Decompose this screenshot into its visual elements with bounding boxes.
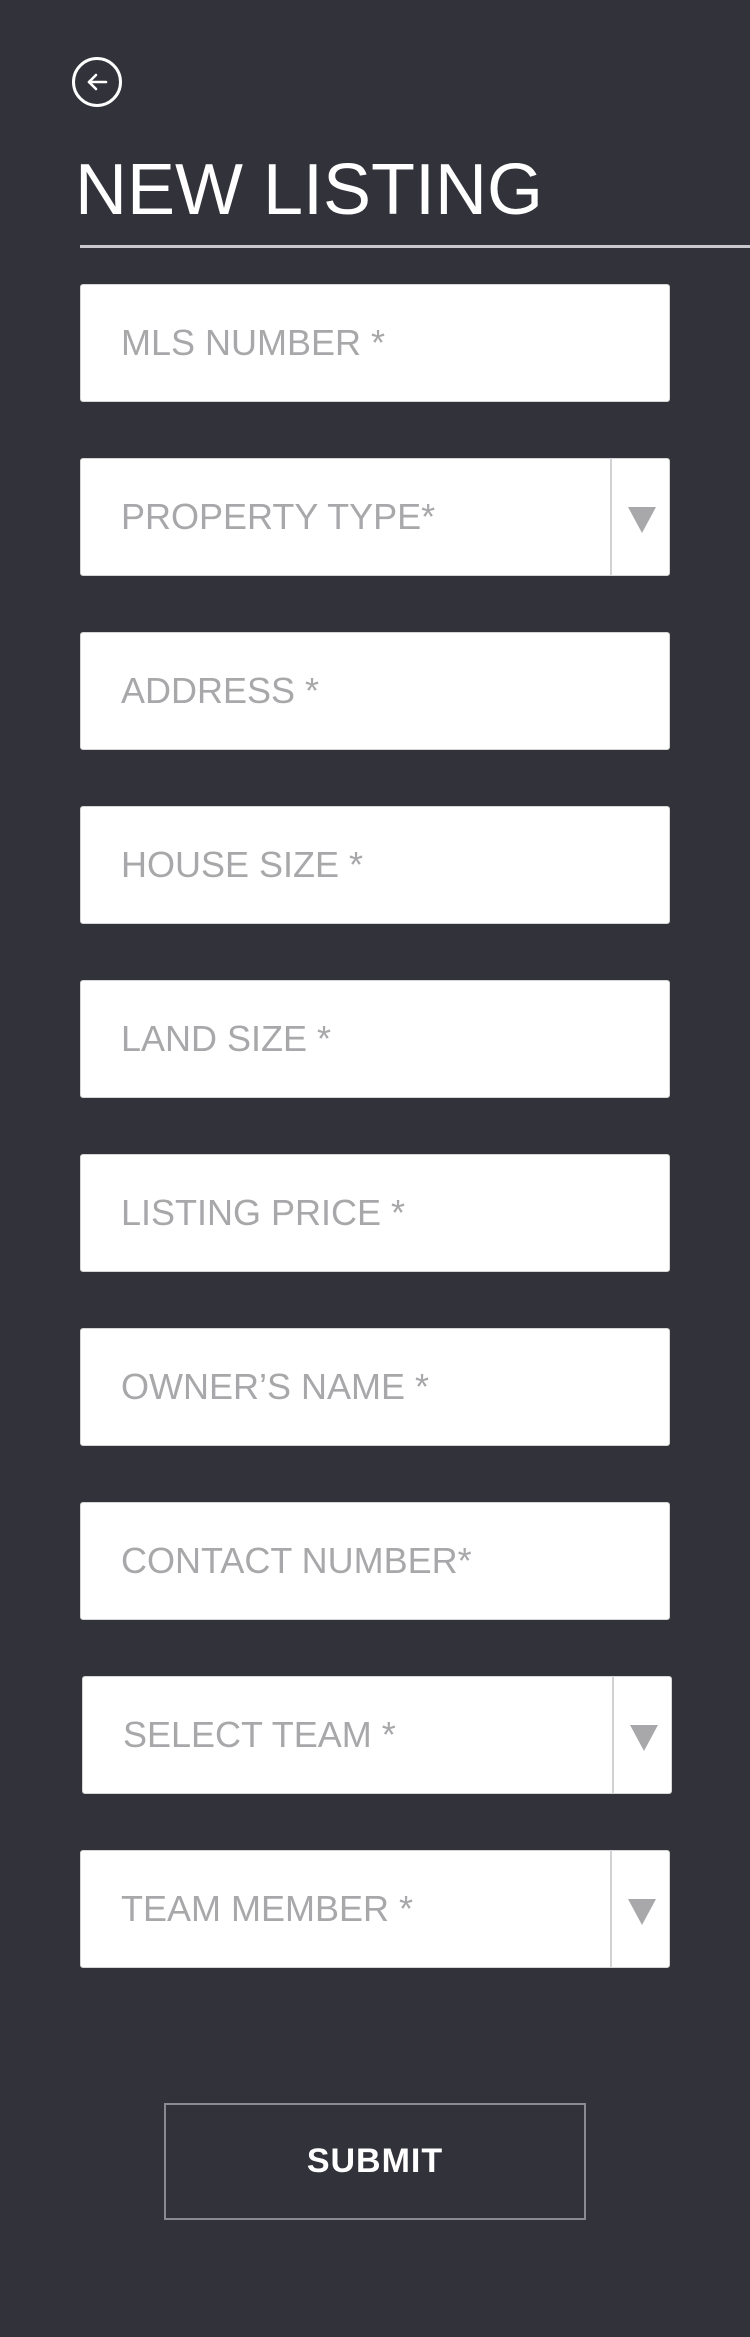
team-member-label: TEAM MEMBER * [121,1888,414,1929]
title-divider [80,245,750,248]
team-member-select[interactable]: TEAM MEMBER * [80,1850,670,1968]
listing-price-input[interactable] [81,1155,669,1271]
select-divider [610,1851,612,1967]
property-type-label: PROPERTY TYPE* [121,496,436,537]
caret-down-icon[interactable] [630,1725,658,1751]
property-type-select[interactable]: PROPERTY TYPE* [80,458,670,576]
land-size-input[interactable] [81,981,669,1097]
contact-number-field[interactable] [80,1502,670,1620]
submit-button[interactable]: SUBMIT [164,2103,586,2220]
contact-number-input[interactable] [81,1503,669,1619]
page-title: NEW LISTING [75,150,544,230]
select-divider [612,1677,614,1793]
caret-down-icon[interactable] [628,507,656,533]
mls-number-field[interactable] [80,284,670,402]
select-team-label: SELECT TEAM * [123,1714,396,1755]
select-divider [610,459,612,575]
house-size-field[interactable] [80,806,670,924]
land-size-field[interactable] [80,980,670,1098]
owners-name-field[interactable] [80,1328,670,1446]
arrow-left-icon [87,73,108,91]
address-field[interactable] [80,632,670,750]
address-input[interactable] [81,633,669,749]
select-team-select[interactable]: SELECT TEAM * [82,1676,672,1794]
mls-number-input[interactable] [81,285,669,401]
back-button[interactable] [72,57,122,107]
house-size-input[interactable] [81,807,669,923]
caret-down-icon[interactable] [628,1899,656,1925]
owners-name-input[interactable] [81,1329,669,1445]
listing-price-field[interactable] [80,1154,670,1272]
